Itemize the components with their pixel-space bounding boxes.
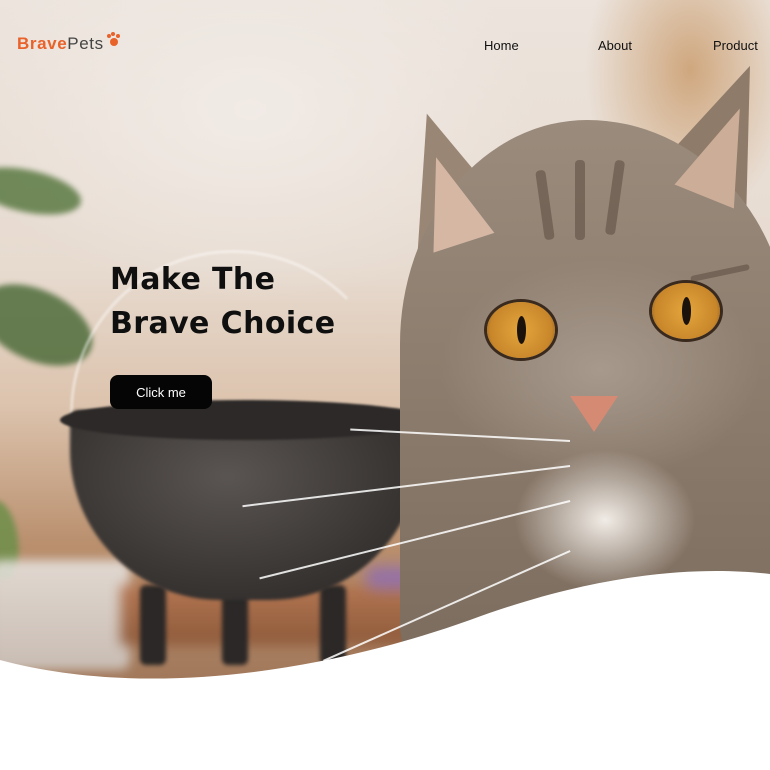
wave-divider xyxy=(0,571,770,770)
plant-leaf xyxy=(0,159,86,223)
nav-link-about[interactable]: About xyxy=(598,38,632,53)
wave-shape xyxy=(0,571,770,770)
click-me-button[interactable]: Click me xyxy=(110,375,212,409)
brand-logo[interactable]: Brave Pets xyxy=(17,32,121,54)
cat-nose xyxy=(570,396,618,432)
cat-pupil xyxy=(682,297,691,325)
hero-headline-line2: Brave Choice xyxy=(110,306,336,341)
cat-pupil xyxy=(517,316,526,344)
site-header: Brave Pets Home About Product xyxy=(0,0,770,92)
paw-icon xyxy=(106,32,121,47)
hero-headline: Make The Brave Choice xyxy=(110,258,335,346)
cat-eye xyxy=(487,302,555,358)
logo-text-brave: Brave xyxy=(17,34,68,53)
logo-text-pets: Pets xyxy=(67,34,104,53)
cat-eye xyxy=(652,283,720,339)
landing-page: Brave Pets Home About Product Make The Br… xyxy=(0,0,770,770)
hero-headline-line1: Make The xyxy=(110,262,276,297)
nav-link-home[interactable]: Home xyxy=(484,38,519,53)
nav-link-product[interactable]: Product xyxy=(713,38,758,53)
cat-stripe xyxy=(575,160,585,240)
